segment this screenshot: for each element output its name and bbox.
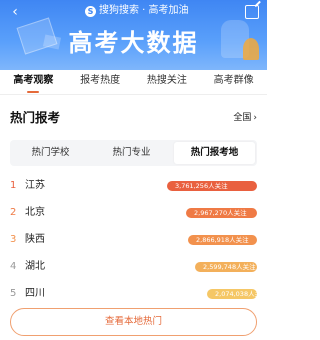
tab-application-heat[interactable]: 报考热度 <box>67 70 134 94</box>
ranking-row[interactable]: 5 四川 2,074,038人关注 <box>0 284 267 304</box>
share-icon[interactable] <box>245 5 259 19</box>
tab-gaokao-portraits[interactable]: 高考群像 <box>200 70 267 94</box>
tab-gaokao-observation[interactable]: 高考观察 <box>0 70 67 94</box>
ranking-row[interactable]: 1 江苏 3,761,256人关注 <box>0 176 267 196</box>
section-title: 热门报考 <box>10 110 61 125</box>
popularity-value: 2,599,748人关注 <box>203 263 256 271</box>
popularity-bar: 2,074,038人关注 <box>207 289 257 299</box>
ranking-row[interactable]: 2 北京 2,967,270人关注 <box>0 203 267 223</box>
popularity-value: 3,761,256人关注 <box>175 182 228 190</box>
sogou-logo-icon: S <box>85 6 96 17</box>
chevron-right-icon: › <box>253 113 257 123</box>
region-name: 陕西 <box>25 234 45 245</box>
popularity-bar: 2,967,270人关注 <box>186 208 257 218</box>
rank-number: 4 <box>10 261 17 272</box>
ranking-row[interactable]: 4 湖北 2,599,748人关注 <box>0 257 267 277</box>
popularity-value: 2,967,270人关注 <box>194 209 247 217</box>
subtabs: 热门学校 热门专业 热门报考地 <box>10 140 257 166</box>
tab-trending-searches[interactable]: 热搜关注 <box>134 70 201 94</box>
rank-number: 1 <box>10 180 17 191</box>
popularity-bar: 2,599,748人关注 <box>195 262 257 272</box>
popularity-bar: 2,866,918人关注 <box>188 235 257 245</box>
ranking-row[interactable]: 3 陕西 2,866,918人关注 <box>0 230 267 250</box>
main-tabs: 高考观察 报考热度 热搜关注 高考群像 <box>0 70 267 94</box>
subtab-hot-majors[interactable]: 热门专业 <box>91 140 172 166</box>
brand-label: 搜狗搜索 · 高考加油 <box>99 5 189 16</box>
region-name: 北京 <box>25 207 45 218</box>
subtab-hot-schools[interactable]: 热门学校 <box>10 140 91 166</box>
header-banner: ‹ S 搜狗搜索 · 高考加油 高考大数据 <box>0 0 267 70</box>
back-icon[interactable]: ‹ <box>8 5 22 19</box>
popularity-bar: 3,761,256人关注 <box>167 181 257 191</box>
divider <box>0 94 267 95</box>
view-local-hot-button[interactable]: 查看本地热门 <box>10 308 257 336</box>
region-label: 全国 <box>233 113 252 123</box>
rank-number: 5 <box>10 288 17 299</box>
rank-number: 3 <box>10 234 17 245</box>
region-name: 四川 <box>25 288 45 299</box>
region-selector[interactable]: 全国 › <box>233 111 257 125</box>
region-name: 江苏 <box>25 180 45 191</box>
popularity-value: 2,074,038人关注 <box>215 290 257 298</box>
page-title: 高考大数据 <box>68 29 199 57</box>
popularity-value: 2,866,918人关注 <box>196 236 249 244</box>
region-name: 湖北 <box>25 261 45 272</box>
subtab-hot-regions[interactable]: 热门报考地 <box>174 142 255 164</box>
rank-number: 2 <box>10 207 17 218</box>
